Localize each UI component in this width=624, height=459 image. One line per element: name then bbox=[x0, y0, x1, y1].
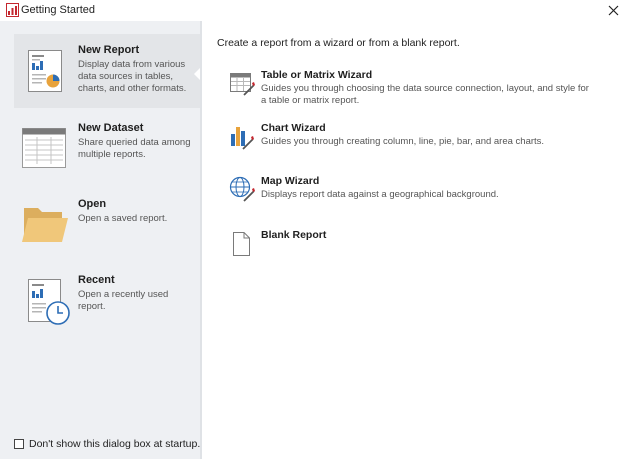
sidebar-item-description: Open a recently used report. bbox=[78, 289, 169, 312]
table-wizard-icon bbox=[230, 73, 255, 96]
close-icon bbox=[608, 5, 618, 16]
sidebar-item-recent[interactable]: Recent Open a recently used report. bbox=[14, 267, 200, 331]
title-bar: Getting Started bbox=[0, 0, 624, 21]
close-button[interactable] bbox=[602, 0, 624, 21]
sidebar-item-new-dataset[interactable]: New Dataset Share queried data among mul… bbox=[14, 114, 200, 178]
wizard-option-label: Blank Report bbox=[261, 229, 327, 241]
sidebar-item-label: New Report bbox=[78, 44, 140, 56]
sidebar-item-description: Display data from various data sources i… bbox=[78, 59, 187, 94]
sidebar-item-description: Open a saved report. bbox=[78, 213, 168, 224]
intro-text: Create a report from a wizard or from a … bbox=[217, 37, 460, 49]
report-builder-icon bbox=[6, 3, 19, 17]
sidebar-divider bbox=[200, 21, 202, 459]
sidebar-item-label: New Dataset bbox=[78, 122, 144, 134]
wizard-option-label: Map Wizard bbox=[261, 175, 320, 187]
sidebar-item-open[interactable]: Open Open a saved report. bbox=[14, 190, 200, 254]
map-wizard-icon bbox=[229, 176, 255, 202]
window-title: Getting Started bbox=[21, 4, 95, 16]
new-report-icon bbox=[28, 50, 62, 92]
new-dataset-icon bbox=[22, 128, 66, 168]
map-wizard-option[interactable]: Map Wizard Displays report data against … bbox=[228, 175, 588, 205]
sidebar-item-new-report[interactable]: New Report Display data from various dat… bbox=[14, 34, 200, 108]
wizard-option-label: Chart Wizard bbox=[261, 122, 326, 134]
startup-checkbox-row[interactable]: Don't show this dialog box at startup. bbox=[14, 437, 200, 450]
sidebar-item-description: Share queried data among multiple report… bbox=[78, 137, 191, 160]
folder-icon bbox=[22, 208, 68, 242]
wizard-option-description: Displays report data against a geographi… bbox=[261, 189, 499, 200]
wizard-option-description: Guides you through choosing the data sou… bbox=[261, 83, 589, 106]
wizard-option-label: Table or Matrix Wizard bbox=[261, 69, 373, 81]
startup-checkbox-label: Don't show this dialog box at startup. bbox=[29, 437, 201, 450]
wizard-option-description: Guides you through creating column, line… bbox=[261, 136, 545, 147]
sidebar-item-label: Recent bbox=[78, 274, 115, 286]
sidebar-item-label: Open bbox=[78, 198, 107, 210]
selection-pointer bbox=[194, 68, 200, 80]
blank-report-icon bbox=[233, 232, 250, 256]
chart-wizard-icon bbox=[231, 127, 254, 150]
table-matrix-wizard-option[interactable]: Table or Matrix Wizard Guides you throug… bbox=[228, 69, 589, 111]
startup-checkbox[interactable] bbox=[14, 438, 24, 449]
blank-report-option[interactable]: Blank Report bbox=[228, 229, 428, 257]
recent-report-icon bbox=[28, 279, 70, 325]
chart-wizard-option[interactable]: Chart Wizard Guides you through creating… bbox=[228, 122, 588, 152]
